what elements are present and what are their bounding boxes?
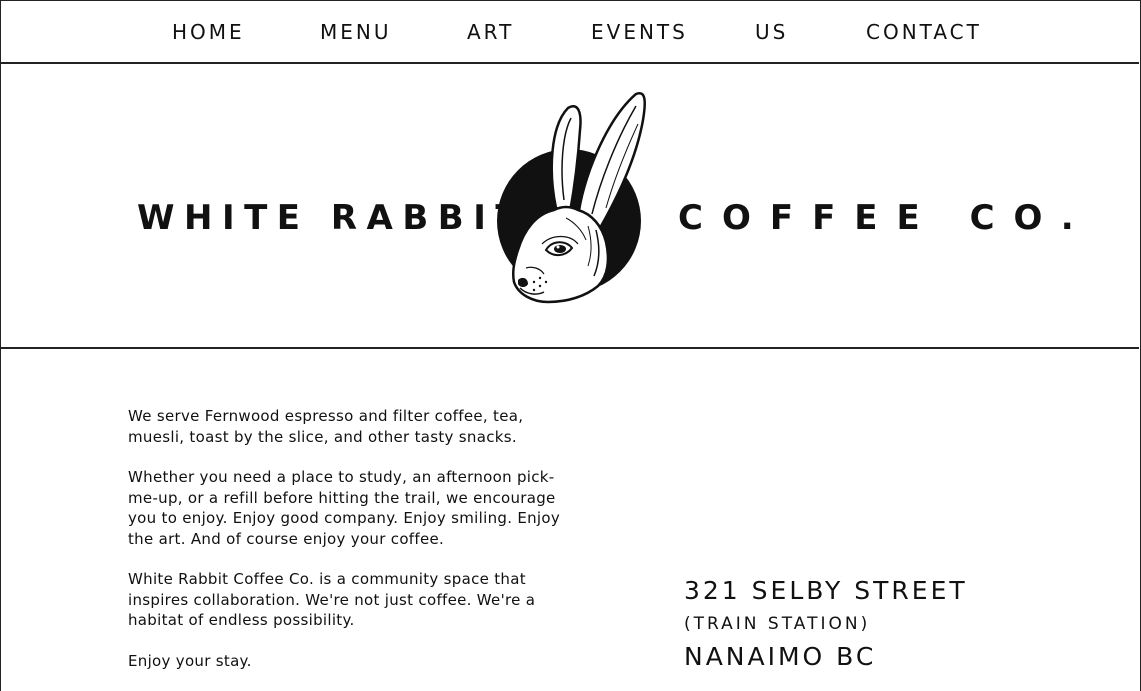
about-paragraph-3: White Rabbit Coffee Co. is a community s… <box>128 570 536 629</box>
brand-name-right: COFFEE CO. <box>678 198 1093 238</box>
nav-events[interactable]: EVENTS <box>591 20 688 44</box>
about-text: We serve Fernwood espresso and filter co… <box>128 406 568 691</box>
address-street: 321 SELBY STREET <box>684 576 968 605</box>
nav-art[interactable]: ART <box>467 20 514 44</box>
main-nav: HOME MENU ART EVENTS US CONTACT <box>0 0 1139 64</box>
about-paragraph-1: We serve Fernwood espresso and filter co… <box>128 407 524 446</box>
address-block: 321 SELBY STREET (TRAIN STATION) NANAIMO… <box>684 574 968 674</box>
brand-name-left: WHITE RABBIT <box>137 198 529 238</box>
nav-us[interactable]: US <box>755 20 788 44</box>
nav-contact[interactable]: CONTACT <box>866 20 982 44</box>
about-paragraph-2: Whether you need a place to study, an af… <box>128 468 561 548</box>
address-city: NANAIMO BC <box>684 642 877 671</box>
address-note: (TRAIN STATION) <box>684 614 871 634</box>
nav-menu[interactable]: MENU <box>320 20 392 44</box>
about-paragraph-4: Enjoy your stay. <box>128 651 252 670</box>
nav-home[interactable]: HOME <box>172 20 245 44</box>
white-rabbit-head-logo-icon[interactable] <box>496 90 646 305</box>
